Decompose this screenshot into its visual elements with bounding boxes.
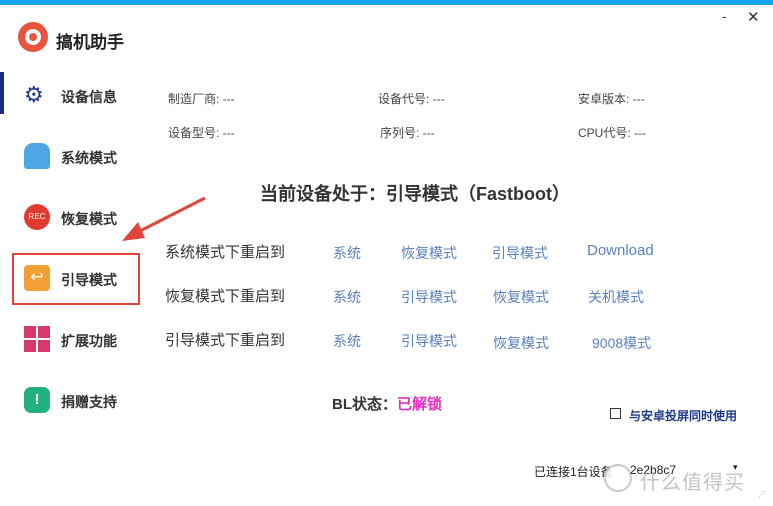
sync-checkbox-label[interactable]: 与安卓投屏同时使用 [629, 407, 737, 424]
annotation-highlight-box [12, 253, 140, 305]
reboot-link[interactable]: 恢复模式 [401, 243, 457, 263]
watermark-logo-icon [604, 464, 632, 492]
sidebar-item-donate[interactable]: ! 捐赠支持 [10, 375, 140, 425]
resize-grip-icon[interactable]: ⋰ [758, 490, 766, 499]
sidebar-item-system-mode[interactable]: 系统模式 [10, 131, 140, 181]
sidebar-item-label: 设备信息 [61, 89, 117, 105]
reboot-link[interactable]: 关机模式 [588, 287, 644, 307]
reboot-link[interactable]: 系统 [333, 243, 361, 263]
reboot-row-label: 系统模式下重启到 [165, 244, 286, 261]
sidebar-active-indicator [0, 72, 4, 114]
sidebar-item-label: 系统模式 [61, 150, 117, 166]
close-button[interactable]: ✕ [747, 8, 760, 26]
cpu-info: CPU代号: --- [578, 126, 646, 140]
rec-icon: REC [24, 204, 50, 230]
sync-checkbox[interactable] [610, 408, 621, 419]
watermark: 什么值得买 [640, 472, 745, 494]
bl-status: BL状态：已解锁 [332, 393, 442, 414]
reboot-row-label: 恢复模式下重启到 [165, 288, 286, 305]
gear-icon: ⚙ [24, 82, 44, 107]
sidebar-item-label: 扩展功能 [61, 333, 117, 349]
manufacturer-info: 制造厂商: --- [168, 92, 235, 106]
grid-icon [24, 326, 50, 352]
device-dropdown-icon[interactable]: ▾ [733, 462, 738, 473]
device-code-info: 设备代号: --- [378, 92, 445, 106]
sidebar-item-label: 捐赠支持 [61, 394, 117, 410]
reboot-link[interactable]: 恢复模式 [493, 287, 549, 307]
window-top-accent [0, 0, 773, 5]
reboot-row-label: 引导模式下重启到 [165, 332, 286, 349]
sidebar-item-label: 恢复模式 [61, 211, 117, 227]
bl-status-value: 已解锁 [397, 396, 443, 413]
minimize-button[interactable]: - [722, 8, 727, 24]
reboot-link[interactable]: 9008模式 [592, 333, 651, 353]
android-version-info: 安卓版本: --- [578, 92, 645, 106]
sidebar-item-device-info[interactable]: ⚙ 设备信息 [10, 70, 140, 120]
reboot-link[interactable]: 引导模式 [401, 331, 457, 351]
reboot-link[interactable]: 恢复模式 [493, 333, 549, 353]
info-icon: ! [24, 387, 50, 413]
connection-status: 已连接1台设备 [534, 465, 613, 479]
reboot-link[interactable]: 引导模式 [401, 287, 457, 307]
app-title: 搞机助手 [56, 33, 124, 52]
android-icon [24, 143, 50, 169]
reboot-link[interactable]: 引导模式 [492, 243, 548, 263]
bl-status-label: BL状态： [332, 396, 397, 413]
reboot-link[interactable]: 系统 [333, 331, 361, 351]
sidebar-item-extensions[interactable]: 扩展功能 [10, 314, 140, 364]
reboot-link[interactable]: Download [587, 242, 654, 259]
reboot-link[interactable]: 系统 [333, 287, 361, 307]
serial-info: 序列号: --- [380, 126, 435, 140]
app-logo-icon [18, 22, 48, 52]
model-info: 设备型号: --- [168, 126, 235, 140]
device-status: 当前设备处于：引导模式（Fastboot） [260, 184, 570, 204]
